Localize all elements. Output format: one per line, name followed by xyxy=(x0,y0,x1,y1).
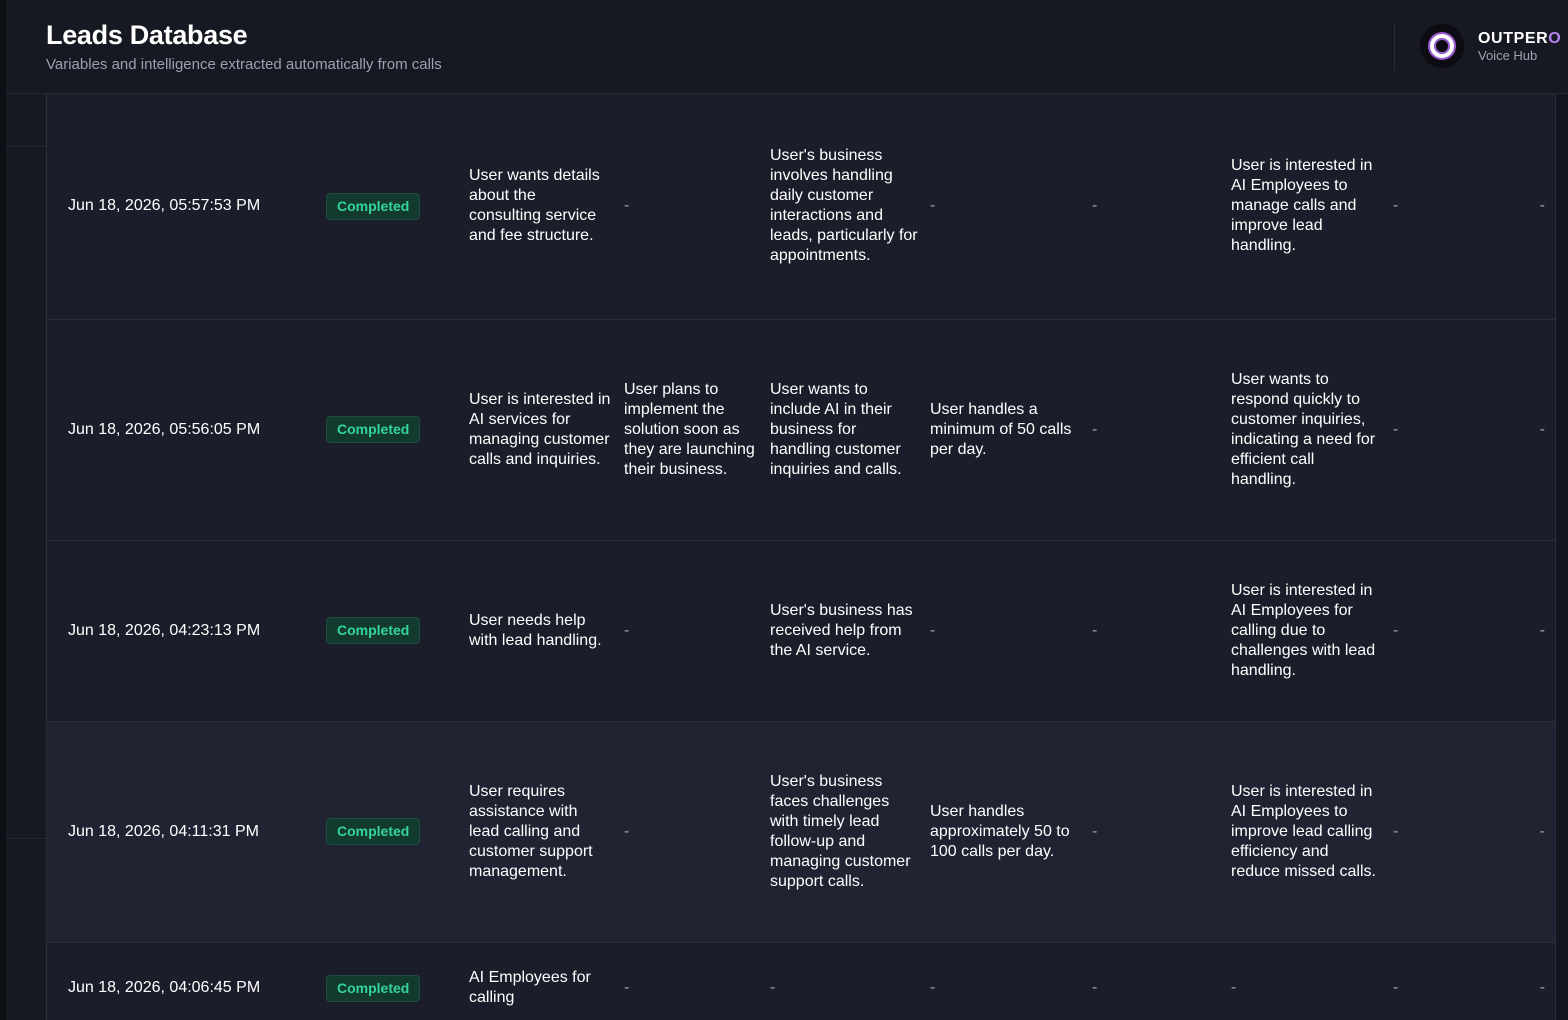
table-row[interactable]: Jun 18, 2026, 04:23:13 PM Completed User… xyxy=(47,540,1555,721)
cell-text: User requires assistance with lead calli… xyxy=(469,782,593,880)
brand-name-main: OUTPER xyxy=(1478,30,1549,47)
cell-text: - xyxy=(1393,979,1399,996)
cell-text: - xyxy=(930,979,936,996)
cell-text: User's business involves handling daily … xyxy=(770,147,918,265)
gutter-divider xyxy=(6,838,46,839)
status-badge: Completed xyxy=(326,416,421,443)
cell-text: - xyxy=(1092,420,1098,438)
ring-icon xyxy=(1430,34,1454,58)
brand-logo-icon[interactable] xyxy=(1420,24,1464,68)
brand-subtitle: Voice Hub xyxy=(1478,48,1538,63)
cell-text: - xyxy=(1393,822,1399,840)
cell-text: User's business has received help from t… xyxy=(770,601,913,659)
cell-text: - xyxy=(624,979,630,996)
page-header: Leads Database Variables and intelligenc… xyxy=(6,0,1568,94)
cell-text: User is interested in AI Employees for c… xyxy=(1231,581,1376,679)
page-subtitle: Variables and intelligence extracted aut… xyxy=(46,56,442,73)
header-divider xyxy=(1394,22,1395,70)
page-title: Leads Database xyxy=(46,20,248,50)
cell-text: - xyxy=(1393,621,1399,639)
cell-text: User plans to implement the solution soo… xyxy=(624,380,755,478)
cell-text: - xyxy=(1539,822,1545,840)
cell-text: - xyxy=(1231,979,1237,996)
cell-text: - xyxy=(1539,621,1545,639)
cell-text: - xyxy=(930,197,936,215)
cell-text: User handles approximately 50 to 100 cal… xyxy=(930,802,1070,860)
cell-text: AI Employees for calling xyxy=(469,969,591,1006)
cell-text: User's business faces challenges with ti… xyxy=(770,772,911,890)
status-badge: Completed xyxy=(326,617,421,644)
cell-date: Jun 18, 2026, 04:23:13 PM xyxy=(68,621,261,639)
table-row[interactable]: Jun 18, 2026, 05:57:53 PM Completed User… xyxy=(47,94,1555,319)
leads-table-grid: Jun 18, 2026, 05:57:53 PM Completed User… xyxy=(47,94,1555,1020)
cell-date: Jun 18, 2026, 04:11:31 PM xyxy=(68,822,259,840)
app-root: Leads Database Variables and intelligenc… xyxy=(0,0,1568,1020)
left-gutter xyxy=(6,94,46,1020)
cell-text: User needs help with lead handling. xyxy=(469,611,602,649)
cell-text: - xyxy=(1092,197,1098,215)
brand-name: OUTPERO xyxy=(1478,30,1561,48)
cell-text: User handles a minimum of 50 calls per d… xyxy=(930,400,1072,458)
cell-date: Jun 18, 2026, 04:06:45 PM xyxy=(68,979,261,996)
cell-text: - xyxy=(1539,979,1545,996)
cell-text: User is interested in AI Employees to im… xyxy=(1231,782,1376,880)
cell-text: - xyxy=(624,621,630,639)
cell-text: - xyxy=(1092,979,1098,996)
cell-text: - xyxy=(1393,197,1399,215)
cell-text: - xyxy=(1539,197,1545,215)
leads-table[interactable]: Jun 18, 2026, 05:57:53 PM Completed User… xyxy=(46,94,1556,1020)
status-badge: Completed xyxy=(326,192,421,220)
cell-text: - xyxy=(1092,822,1098,840)
cell-text: User is interested in AI services for ma… xyxy=(469,390,611,468)
table-row[interactable]: Jun 18, 2026, 04:11:31 PM Completed User… xyxy=(47,721,1555,942)
gutter-divider xyxy=(6,146,46,147)
cell-date: Jun 18, 2026, 05:56:05 PM xyxy=(68,420,261,438)
cell-text: - xyxy=(1539,420,1545,438)
cell-text: User is interested in AI Employees to ma… xyxy=(1231,157,1373,255)
cell-text: User wants to respond quickly to custome… xyxy=(1231,370,1376,488)
cell-text: - xyxy=(1092,621,1098,639)
status-badge: Completed xyxy=(326,818,421,845)
status-badge: Completed xyxy=(326,974,421,1002)
table-row[interactable]: Jun 18, 2026, 05:56:05 PM Completed User… xyxy=(47,319,1555,540)
cell-text: User wants details about the consulting … xyxy=(469,167,600,245)
cell-text: - xyxy=(930,621,936,639)
cell-text: User wants to include AI in their busine… xyxy=(770,380,902,478)
cell-text: - xyxy=(624,822,630,840)
table-row[interactable]: Jun 18, 2026, 04:06:45 PM Completed AI E… xyxy=(47,942,1555,1020)
brand-name-accent: O xyxy=(1548,30,1562,47)
cell-text: - xyxy=(1393,420,1399,438)
cell-date: Jun 18, 2026, 05:57:53 PM xyxy=(68,197,261,215)
cell-text: - xyxy=(624,197,630,215)
cell-text: - xyxy=(770,979,776,996)
